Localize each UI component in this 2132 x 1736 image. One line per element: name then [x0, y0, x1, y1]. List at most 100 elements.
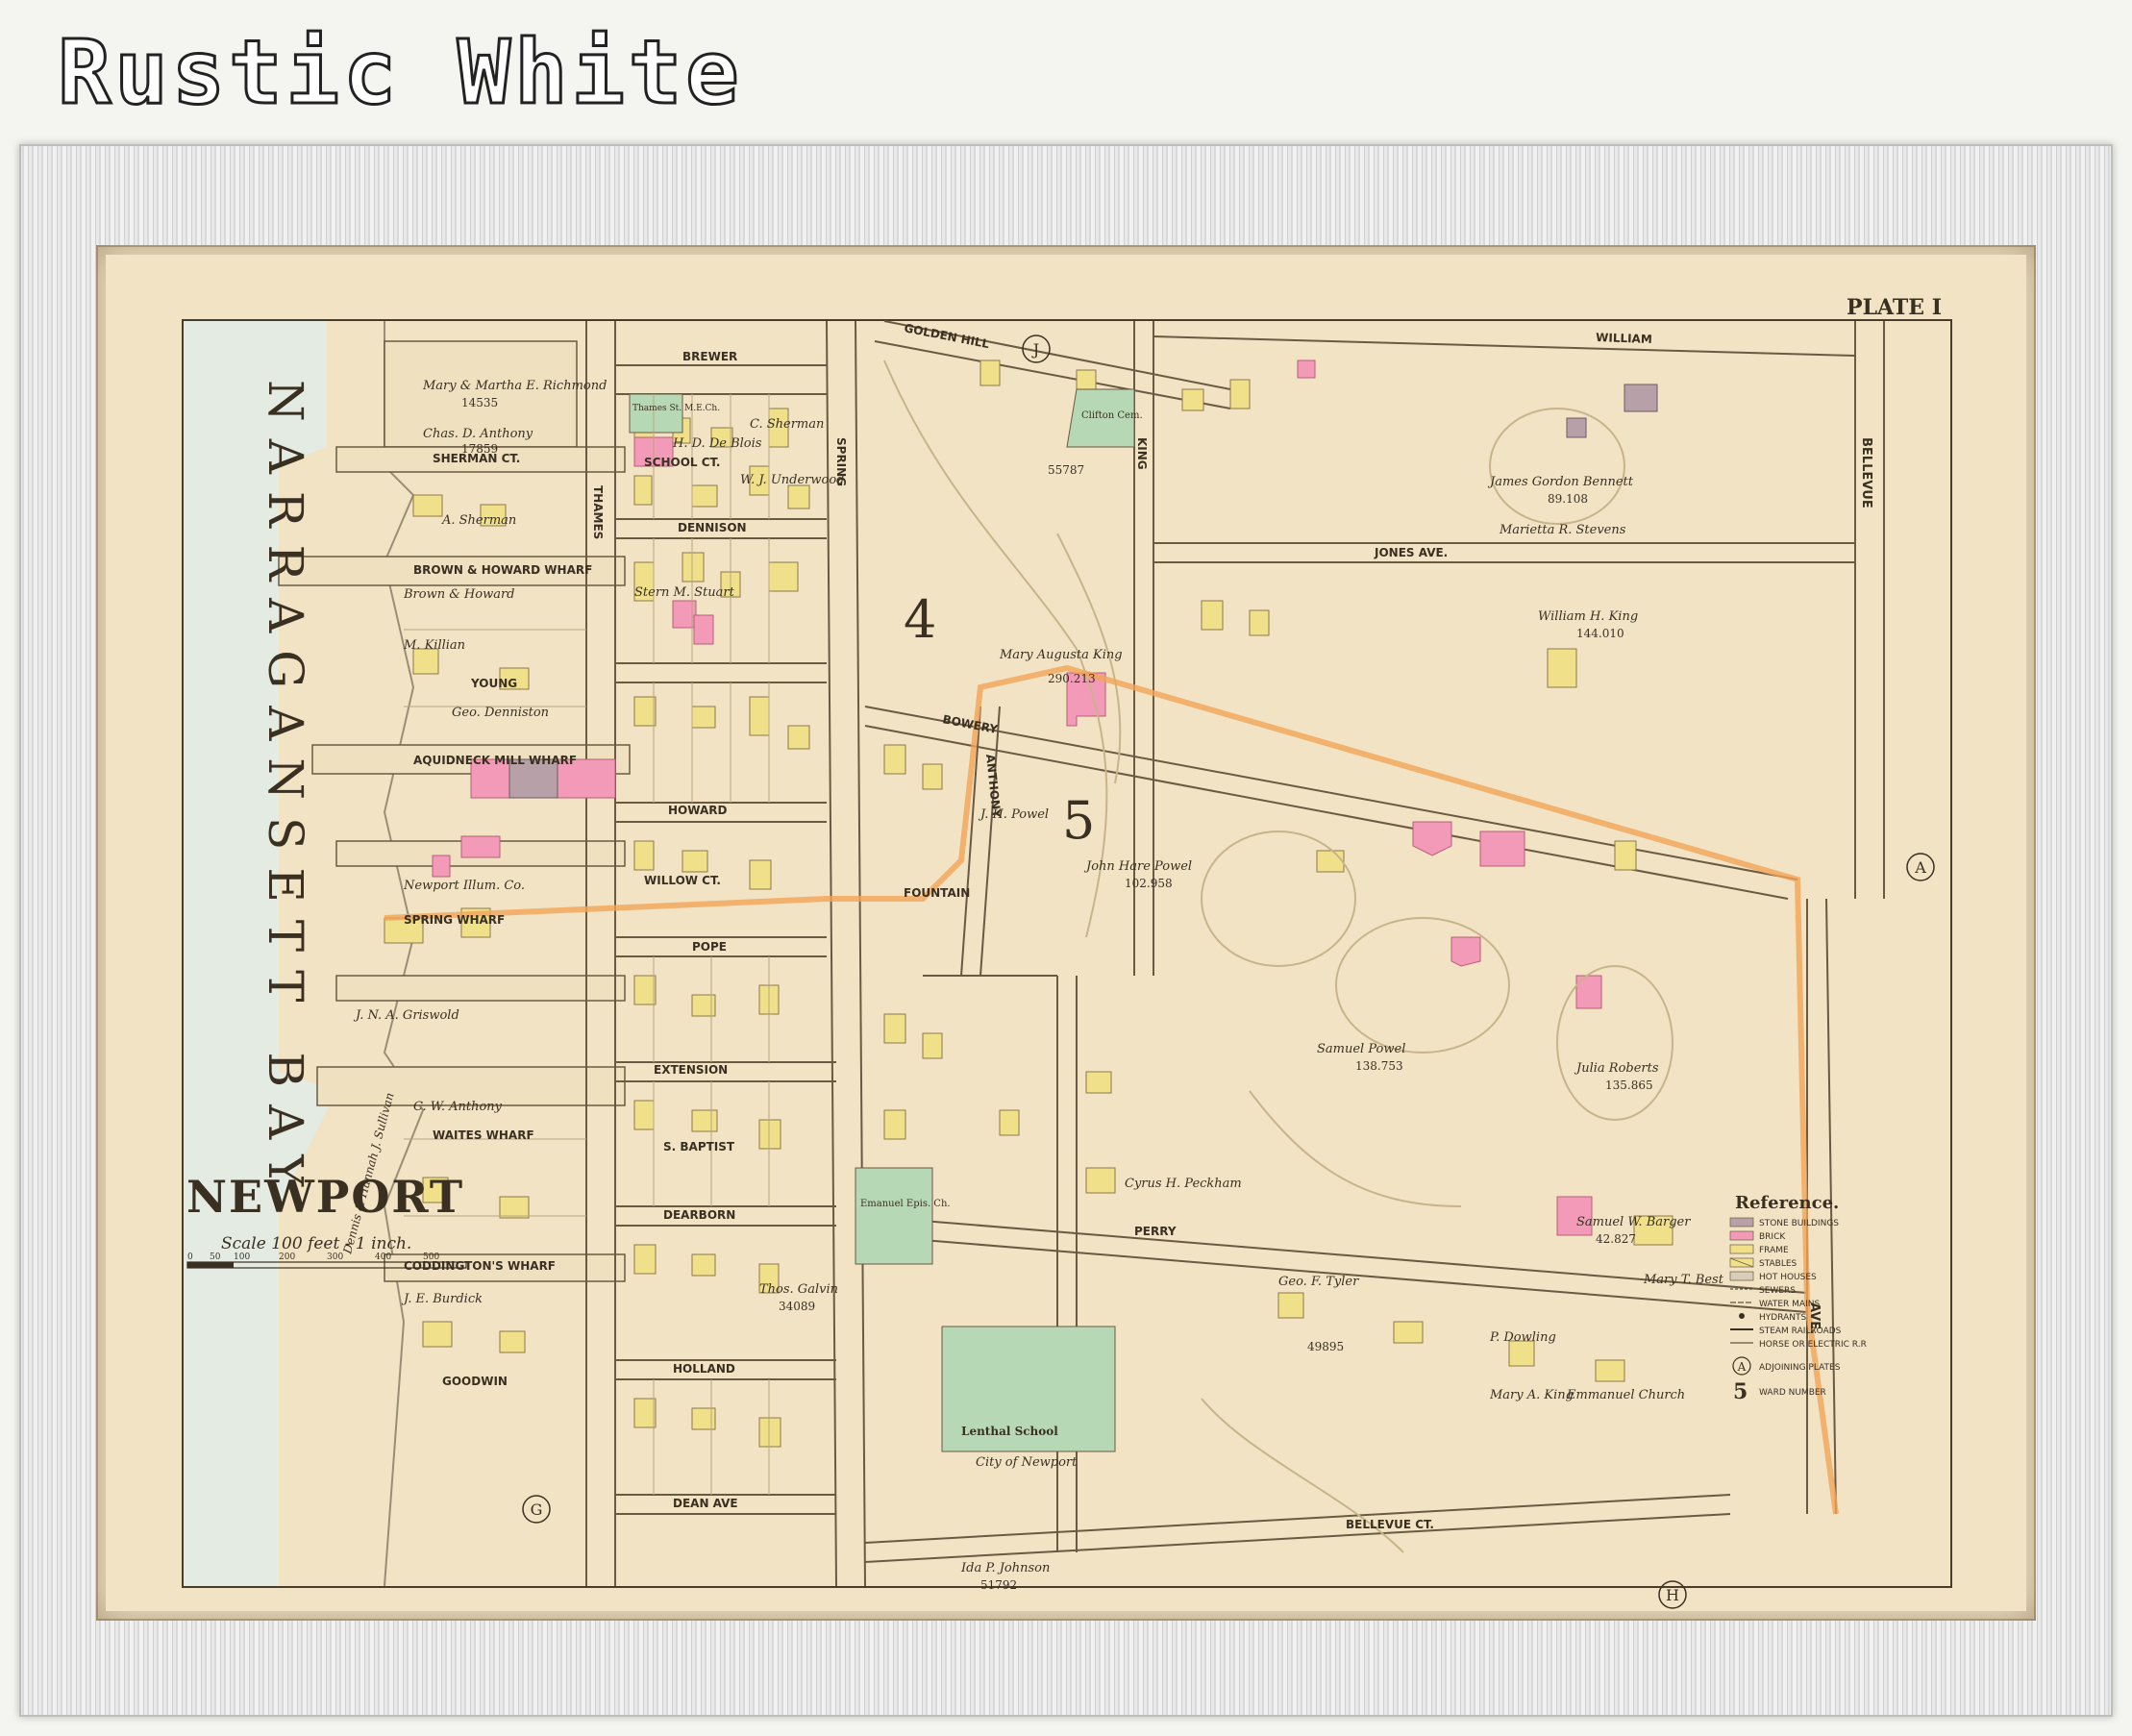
owner-label: Geo. F. Tyler: [1278, 1275, 1359, 1289]
legend-row: HOT HOUSES: [1729, 1271, 1817, 1282]
plate-number: PLATE I: [1847, 295, 1942, 320]
owner-label: William H. King: [1538, 609, 1638, 624]
legend-ward-symbol: 5: [1733, 1379, 1748, 1404]
street-label: BELLEVUE CT.: [1346, 1518, 1434, 1531]
scale-tick-5: 400: [375, 1252, 391, 1262]
area-label: 102.958: [1125, 877, 1173, 890]
owner-label: C. W. Anthony: [413, 1100, 503, 1114]
owner-label: J. N. A. Griswold: [353, 1008, 459, 1023]
owner-label: James Gordon Bennett: [1487, 475, 1634, 489]
owner-label: Mary Augusta King: [999, 648, 1123, 662]
area-label: 135.865: [1605, 1079, 1653, 1092]
area-label: 290.213: [1048, 672, 1096, 685]
area-label: 42.827: [1596, 1232, 1636, 1246]
scale-tick-2: 100: [234, 1252, 250, 1262]
owner-label: Emanuel Epis. Ch.: [860, 1199, 951, 1209]
owner-label: Geo. Denniston: [452, 706, 549, 720]
street-label: WILLOW CT.: [644, 874, 721, 887]
adjoining-marker-j-label: J: [1031, 340, 1039, 359]
owner-label: C. Sherman: [750, 417, 824, 432]
owner-label: M. Killian: [403, 638, 465, 653]
street-label: SCHOOL CT.: [644, 456, 720, 469]
legend-adjoining-label: ADJOINING PLATES: [1759, 1363, 1841, 1373]
scale-tick-0: 0: [187, 1252, 193, 1262]
owner-label: Marietta R. Stevens: [1499, 523, 1626, 537]
legend-label: STABLES: [1759, 1259, 1797, 1269]
header: Rustic White: [0, 0, 2132, 144]
scale-text: Scale 100 feet - 1 inch.: [221, 1234, 411, 1253]
street-label: PERRY: [1134, 1225, 1177, 1238]
legend-label: WATER MAINS: [1759, 1300, 1820, 1309]
legend-label: BRICK: [1759, 1232, 1786, 1242]
owner-label: Lenthal School: [961, 1425, 1058, 1438]
legend-row: STABLES: [1729, 1257, 1797, 1269]
map-canvas: PLATE I NARRAGANSETT BAY NEWPORT Scale 1…: [106, 255, 2026, 1611]
legend-title: Reference.: [1735, 1193, 1839, 1213]
owner-label: W. J. Underwood: [740, 473, 844, 487]
owner-label: A. Sherman: [441, 513, 516, 528]
owner-label: P. Dowling: [1489, 1330, 1556, 1345]
legend-row: FRAME: [1729, 1244, 1789, 1255]
ward-number-4: 4: [904, 589, 936, 650]
legend-ward-label: WARD NUMBER: [1759, 1388, 1826, 1398]
street-label: GOODWIN: [442, 1375, 508, 1388]
owner-label: Mary T. Best: [1643, 1273, 1724, 1287]
owner-label: Thames St. M.E.Ch.: [632, 404, 720, 413]
area-label: 34089: [779, 1300, 815, 1313]
scale-tick-4: 300: [327, 1252, 343, 1262]
legend-label: HYDRANTS: [1759, 1313, 1806, 1323]
water-label: NARRAGANSETT BAY: [258, 380, 313, 1203]
street-label: EXTENSION: [654, 1063, 728, 1077]
street-label: JONES AVE.: [1374, 546, 1448, 559]
owner-label: Julia Roberts: [1574, 1061, 1659, 1076]
legend-adjoining-symbol: A: [1737, 1360, 1747, 1374]
street-label: BREWER: [682, 350, 737, 363]
street-label: DEARBORN: [663, 1208, 735, 1222]
street-label-thames: THAMES: [591, 485, 605, 539]
area-label: 89.108: [1548, 492, 1588, 506]
scale-tick-3: 200: [279, 1252, 295, 1262]
legend-row: STONE BUILDINGS: [1729, 1217, 1839, 1228]
ward-number-5: 5: [1062, 790, 1095, 851]
owner-label: Newport Illum. Co.: [403, 879, 525, 893]
street-label: S. BAPTIST: [663, 1140, 735, 1153]
owner-label: Ida P. Johnson: [960, 1561, 1050, 1575]
legend-label: STONE BUILDINGS: [1759, 1219, 1839, 1228]
owner-label: Thos. Galvin: [759, 1282, 838, 1297]
legend-label: HOT HOUSES: [1759, 1273, 1817, 1282]
street-label-king: KING: [1135, 437, 1149, 470]
owner-label: Cyrus H. Peckham: [1125, 1177, 1242, 1191]
owner-label: Mary A. King: [1489, 1388, 1574, 1402]
owner-label: City of Newport: [976, 1455, 1078, 1470]
map-mat: PLATE I NARRAGANSETT BAY NEWPORT Scale 1…: [96, 245, 2036, 1621]
street-label: YOUNG: [470, 677, 517, 690]
frame-style-title: Rustic White: [57, 20, 743, 126]
owner-label: Samuel Powel: [1317, 1042, 1405, 1056]
street-label: HOLLAND: [673, 1362, 735, 1376]
street-label: HOWARD: [668, 804, 727, 817]
city-title: NEWPORT: [186, 1171, 464, 1223]
legend-row: BRICK: [1729, 1230, 1786, 1242]
owner-label: Mary & Martha E. Richmond: [422, 379, 607, 393]
adjoining-marker-a-label: A: [1914, 858, 1926, 877]
owner-label: Emmanuel Church: [1566, 1388, 1685, 1402]
owner-label: Chas. D. Anthony: [423, 427, 533, 441]
street-label: AQUIDNECK MILL WHARF: [413, 754, 577, 767]
street-label: FOUNTAIN: [904, 886, 970, 900]
area-label: 55787: [1048, 463, 1084, 477]
owner-label: J. H. Powel: [978, 807, 1049, 822]
scale-tick-1: 50: [210, 1252, 221, 1262]
water-label-text: NARRAGANSETT BAY: [258, 380, 313, 1203]
street-label: DENNISON: [678, 521, 747, 534]
area-label: 138.753: [1355, 1059, 1403, 1073]
street-label: POPE: [692, 940, 727, 954]
rustic-white-frame: PLATE I NARRAGANSETT BAY NEWPORT Scale 1…: [19, 144, 2113, 1717]
owner-label: H. D. De Blois: [672, 436, 762, 451]
street-label: BROWN & HOWARD WHARF: [413, 563, 592, 577]
street-label: CODDINGTON'S WHARF: [404, 1259, 556, 1273]
owner-label: Clifton Cem.: [1081, 410, 1143, 421]
street-label-william: WILLIAM: [1596, 331, 1652, 346]
adjoining-marker-g-label: G: [531, 1500, 543, 1519]
street-label-bellevue: BELLEVUE: [1859, 437, 1873, 508]
legend-label: FRAME: [1759, 1246, 1789, 1255]
